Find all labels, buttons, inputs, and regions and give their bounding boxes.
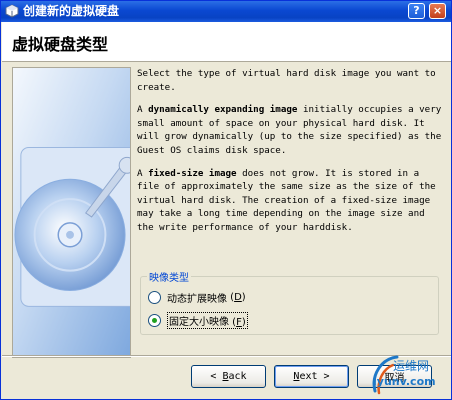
- dynamic-image-label: 动态扩展映像: [167, 293, 227, 305]
- next-button[interactable]: Next >: [274, 365, 349, 388]
- back-arrow-icon: <: [210, 371, 223, 382]
- dynamic-image-shortcut: D: [234, 291, 242, 303]
- next-arrow-icon: >: [317, 371, 330, 382]
- image-type-legend: 映像类型: [147, 269, 191, 284]
- close-button[interactable]: ×: [429, 3, 446, 19]
- dynamic-paragraph: A dynamically expanding image initially …: [137, 104, 442, 156]
- radio-selected-dot: [152, 317, 157, 323]
- dynamic-image-radio[interactable]: [148, 290, 161, 304]
- back-button[interactable]: < Back: [191, 365, 266, 388]
- description-text: Select the type of virtual hard disk ima…: [137, 67, 443, 244]
- wizard-window: 创建新的虚拟硬盘 ? × 虚拟硬盘类型 Select the type of v…: [0, 0, 452, 400]
- watermark-url: iyunv.com: [373, 375, 436, 388]
- fixed-image-radio[interactable]: [148, 313, 161, 327]
- fixed-image-shortcut: F: [236, 316, 242, 328]
- button-separator: [2, 355, 451, 357]
- fixed-image-label: 固定大小映像: [169, 316, 229, 328]
- intro-paragraph: Select the type of virtual hard disk ima…: [137, 68, 436, 93]
- title-bar[interactable]: 创建新的虚拟硬盘 ? ×: [1, 1, 451, 22]
- help-button[interactable]: ?: [408, 3, 425, 19]
- fixed-image-label-wrap: 固定大小映像 (F): [167, 311, 248, 329]
- fixed-paragraph: A fixed-size image does not grow. It is …: [137, 167, 436, 233]
- hard-disk-illustration: [12, 67, 131, 358]
- page-title: 虚拟硬盘类型: [12, 35, 109, 54]
- watermark-name: 运维网: [393, 359, 430, 373]
- virtualbox-icon: [5, 4, 19, 18]
- fixed-image-option[interactable]: 固定大小映像 (F): [148, 311, 248, 329]
- page-header: 虚拟硬盘类型: [2, 22, 451, 62]
- dynamic-image-option[interactable]: 动态扩展映像 (D): [148, 289, 246, 305]
- window-title: 创建新的虚拟硬盘: [23, 4, 120, 18]
